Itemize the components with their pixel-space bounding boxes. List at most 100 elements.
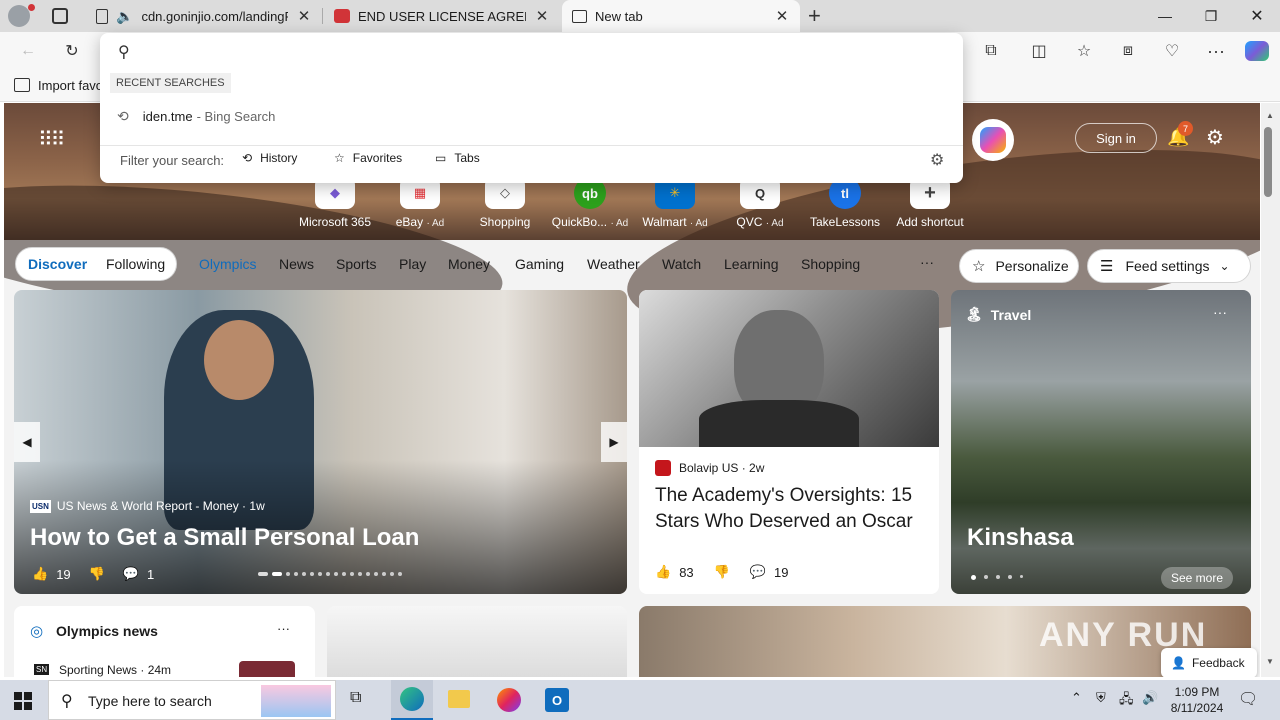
tab-goninjio[interactable]: 🔈 cdn.goninjio.com/landingP ✕: [86, 0, 322, 32]
settings-menu-icon[interactable]: ···: [1203, 40, 1229, 62]
volume-icon[interactable]: 🔊: [1142, 690, 1158, 706]
category-watch[interactable]: Watch: [662, 256, 701, 272]
task-view-icon[interactable]: ⧉: [350, 689, 361, 707]
restore-button[interactable]: ❐: [1188, 0, 1234, 32]
taskbar-search-box[interactable]: ⚲ Type here to search: [48, 680, 336, 720]
shortcut-qvc[interactable]: Q QVC · Ad: [720, 177, 800, 229]
favorites-icon[interactable]: ☆: [1071, 40, 1097, 62]
page-settings-icon[interactable]: ⚙: [1206, 125, 1224, 150]
feed-settings-button[interactable]: ☰ Feed settings ⌄: [1087, 249, 1251, 283]
minimize-button[interactable]: —: [1142, 0, 1188, 32]
shortcut-takelessons[interactable]: tl TakeLessons: [805, 177, 885, 229]
outlook-icon[interactable]: O: [545, 688, 569, 712]
copilot-button[interactable]: [972, 119, 1014, 161]
extensions-icon[interactable]: ⧉: [978, 40, 1004, 62]
address-input[interactable]: [144, 39, 924, 63]
category-olympics[interactable]: Olympics: [199, 256, 257, 272]
like-icon[interactable]: 👍: [32, 566, 48, 582]
taskbar-edge[interactable]: [391, 680, 433, 720]
carousel-prev-button[interactable]: ◀: [14, 422, 40, 462]
filter-favorites-button[interactable]: ☆ Favorites: [334, 151, 402, 165]
shortcut-label: QVC: [736, 215, 763, 229]
carousel-dots[interactable]: [258, 572, 402, 576]
category-play[interactable]: Play: [399, 256, 426, 272]
travel-card[interactable]: 🏝 Travel ··· Kinshasa See more: [951, 290, 1251, 594]
browser-essentials-icon[interactable]: ♡: [1159, 40, 1185, 62]
comment-icon[interactable]: 💬: [750, 564, 766, 580]
tabs-icon: ▭: [435, 151, 447, 165]
shortcut-microsoft-365[interactable]: ◆ Microsoft 365: [295, 177, 375, 229]
olympics-news-card[interactable]: ◎ Olympics news ··· SN Sporting News · 2…: [14, 606, 315, 677]
travel-title[interactable]: Kinshasa: [967, 524, 1074, 552]
story-title[interactable]: How to Get a Small Personal Loan: [30, 524, 419, 552]
search-settings-icon[interactable]: ⚙: [930, 150, 944, 170]
scrollbar-thumb[interactable]: [1264, 127, 1272, 197]
category-gaming[interactable]: Gaming: [515, 256, 564, 272]
tab-new-tab[interactable]: New tab ✕: [562, 0, 800, 32]
clock[interactable]: 1:09 PM 8/11/2024: [1165, 684, 1229, 716]
filter-history-button[interactable]: ⟲ History: [242, 151, 297, 165]
close-window-button[interactable]: ✕: [1234, 0, 1280, 32]
carousel-next-button[interactable]: ▶: [601, 422, 627, 462]
windows-start-icon[interactable]: [14, 692, 32, 710]
comment-icon[interactable]: 💬: [123, 566, 139, 582]
firefox-icon[interactable]: [497, 688, 521, 712]
tab-eula[interactable]: END USER LICENSE AGREEMENT ✕: [324, 0, 560, 32]
split-screen-icon[interactable]: ◫: [1026, 40, 1052, 62]
story-card[interactable]: ANY RUN: [639, 606, 1251, 677]
feedback-button[interactable]: 👤 Feedback: [1161, 648, 1257, 677]
file-explorer-icon[interactable]: [448, 690, 470, 708]
tab-discover[interactable]: Discover: [28, 256, 87, 272]
show-hidden-icons-icon[interactable]: ⌃: [1071, 690, 1082, 706]
tab-following[interactable]: Following: [106, 256, 165, 272]
network-icon[interactable]: 🖧: [1119, 690, 1134, 712]
main-story-card[interactable]: ◀ ▶ USN US News & World Report - Money ·…: [14, 290, 627, 594]
copilot-icon[interactable]: [1245, 41, 1269, 61]
profile-avatar[interactable]: [8, 5, 30, 27]
category-news[interactable]: News: [279, 256, 314, 272]
copilot-icon: [980, 127, 1006, 153]
apps-grid-icon[interactable]: ⠿⠿: [38, 127, 65, 152]
dislike-icon[interactable]: 👎: [89, 566, 105, 582]
import-favorites-link[interactable]: Import favo: [38, 78, 103, 93]
dislike-icon[interactable]: 👎: [714, 564, 730, 580]
shortcut-walmart[interactable]: ✳ Walmart · Ad: [635, 177, 715, 229]
new-tab-button[interactable]: +: [808, 3, 821, 29]
sign-in-button[interactable]: Sign in: [1075, 123, 1157, 153]
shortcut-ebay[interactable]: ▦ eBay · Ad: [380, 177, 460, 229]
filter-tabs-button[interactable]: ▭ Tabs: [435, 151, 480, 165]
refresh-icon[interactable]: ↻: [59, 40, 85, 62]
like-icon[interactable]: 👍: [655, 564, 671, 580]
close-tab-icon[interactable]: ✕: [534, 7, 550, 25]
collections-icon[interactable]: ⧈: [1115, 40, 1141, 62]
category-shopping[interactable]: Shopping: [801, 256, 860, 272]
category-sports[interactable]: Sports: [336, 256, 376, 272]
close-tab-icon[interactable]: ✕: [296, 7, 312, 25]
card-menu-icon[interactable]: ···: [277, 621, 290, 636]
add-shortcut-button[interactable]: + Add shortcut: [890, 177, 970, 229]
comment-count: 1: [147, 566, 155, 582]
shortcut-quickbooks[interactable]: qb QuickBo... · Ad: [550, 177, 630, 229]
category-money[interactable]: Money: [448, 256, 490, 272]
story-title[interactable]: The Academy's Oversights: 15 Stars Who D…: [655, 483, 925, 535]
back-icon[interactable]: ←: [15, 40, 41, 62]
shortcut-shopping[interactable]: ◇ Shopping: [465, 177, 545, 229]
card-menu-icon[interactable]: ···: [1213, 304, 1227, 320]
category-learning[interactable]: Learning: [724, 256, 779, 272]
see-more-button[interactable]: See more: [1161, 567, 1234, 589]
notifications-center-icon[interactable]: 🗨: [1238, 689, 1258, 709]
more-categories-icon[interactable]: ···: [920, 254, 934, 270]
personalize-button[interactable]: ☆ Personalize: [959, 249, 1079, 283]
story-card[interactable]: [327, 606, 627, 677]
recent-search-item[interactable]: ⟲ iden.tme - Bing Search: [100, 103, 963, 129]
category-weather[interactable]: Weather: [587, 256, 640, 272]
oscar-story-card[interactable]: Bolavip US · 2w The Academy's Oversights…: [639, 290, 939, 594]
page-scrollbar[interactable]: ▲ ▼: [1261, 103, 1280, 677]
speaker-icon[interactable]: 🔈: [116, 8, 133, 25]
carousel-dots[interactable]: [971, 575, 1023, 580]
security-icon[interactable]: ⛨: [1096, 690, 1106, 706]
tab-actions-icon[interactable]: [52, 8, 68, 24]
ad-label: · Ad: [426, 218, 445, 229]
close-tab-icon[interactable]: ✕: [774, 7, 790, 25]
new-tab-page: ⠿⠿ Sign in 🔔 7 ⚙ ◆ Microsoft 365 ▦ eBay …: [4, 103, 1260, 677]
